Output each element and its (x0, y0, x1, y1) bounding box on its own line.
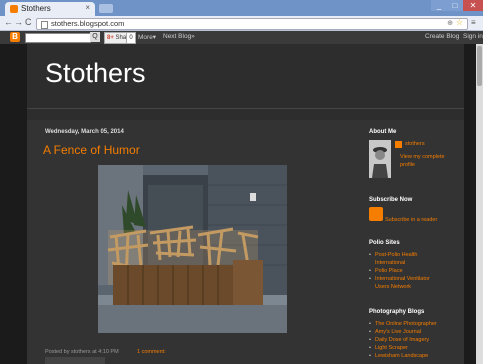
browser-toolbar: ← → C stothers.blogspot.com ⊕ ☆ ≡ (0, 16, 483, 31)
tab-title: Stothers (21, 4, 51, 13)
page-scrollbar[interactable] (476, 44, 483, 364)
page-icon (41, 21, 48, 29)
more-menu[interactable]: More▾ (138, 33, 156, 41)
back-arrow-icon[interactable]: ← (4, 17, 13, 27)
new-tab-button[interactable] (99, 4, 113, 13)
list-item[interactable]: Amy's Live Journal (369, 328, 449, 336)
bookmark-star-icon[interactable]: ☆ (456, 18, 463, 27)
polio-sites-title: Polio Sites (369, 240, 400, 246)
share-buttons-bar[interactable] (45, 357, 105, 364)
list-item[interactable]: The Online Photographer (369, 320, 449, 328)
create-blog-link[interactable]: Create Blog (425, 33, 459, 40)
comment-link[interactable]: 1 comment: (137, 349, 166, 355)
polio-sites-list: Post-Polio Health International Polio Pl… (369, 251, 439, 291)
list-item[interactable]: Daily Dose of Imagery (369, 336, 449, 344)
next-blog-link[interactable]: Next Blog» (163, 33, 195, 40)
about-me-title: About Me (369, 129, 397, 135)
subscribe-title: Subscribe Now (369, 197, 413, 203)
scrollbar-thumb[interactable] (477, 46, 482, 86)
list-item[interactable]: International Ventilator Users Network (369, 275, 439, 291)
view-profile-link[interactable]: View my complete profile (400, 153, 455, 169)
rss-icon[interactable] (369, 207, 383, 221)
subscribe-link[interactable]: Subscribe in a reader (385, 217, 437, 223)
google-plus-icon: 8+ (107, 35, 114, 41)
header-divider (27, 108, 464, 109)
photography-blogs-title: Photography Blogs (369, 309, 425, 315)
zoom-icon[interactable]: ⊕ (447, 19, 453, 27)
list-item[interactable]: Post-Polio Health International (369, 251, 439, 267)
share-count: 0 (126, 32, 136, 44)
blogger-navbar: B Q 8+ Share 0 More▾ Next Blog» Create B… (0, 31, 483, 44)
tab-close-icon[interactable]: × (85, 3, 90, 12)
url-text: stothers.blogspot.com (51, 19, 125, 28)
blogger-profile-icon (395, 141, 402, 148)
browser-titlebar: Stothers × _ □ ✕ (0, 0, 483, 16)
menu-icon[interactable]: ≡ (471, 18, 476, 27)
blog-search-input[interactable] (25, 33, 91, 43)
sign-in-link[interactable]: Sign in (463, 33, 483, 40)
blogger-favicon-icon (10, 5, 18, 13)
close-window-button[interactable]: ✕ (463, 0, 483, 11)
post-footer: Posted by stothers at 4:10 PM (45, 349, 119, 355)
forward-arrow-icon[interactable]: → (14, 17, 23, 27)
post-title[interactable]: A Fence of Humor (43, 143, 140, 157)
search-button[interactable]: Q (90, 32, 100, 42)
minimize-button[interactable]: _ (431, 0, 447, 11)
post-photo[interactable] (98, 165, 287, 333)
list-item[interactable]: Lewisham Landscape (369, 352, 449, 360)
browser-tab[interactable]: Stothers × (5, 2, 95, 16)
maximize-button[interactable]: □ (447, 0, 463, 11)
list-item[interactable]: Light Scraper (369, 344, 449, 352)
reload-icon[interactable]: C (25, 17, 32, 27)
blogger-logo-icon[interactable]: B (10, 32, 20, 42)
fence (107, 225, 263, 305)
list-item[interactable]: Polio Place (369, 267, 439, 275)
profile-avatar[interactable] (369, 140, 391, 178)
blog-title[interactable]: Stothers (45, 58, 146, 89)
photography-blogs-list: The Online Photographer Amy's Live Journ… (369, 320, 449, 360)
address-bar[interactable]: stothers.blogspot.com ⊕ ☆ (36, 18, 468, 30)
profile-name-link[interactable]: stothers (405, 141, 425, 147)
post-date: Wednesday, March 05, 2014 (45, 129, 124, 135)
